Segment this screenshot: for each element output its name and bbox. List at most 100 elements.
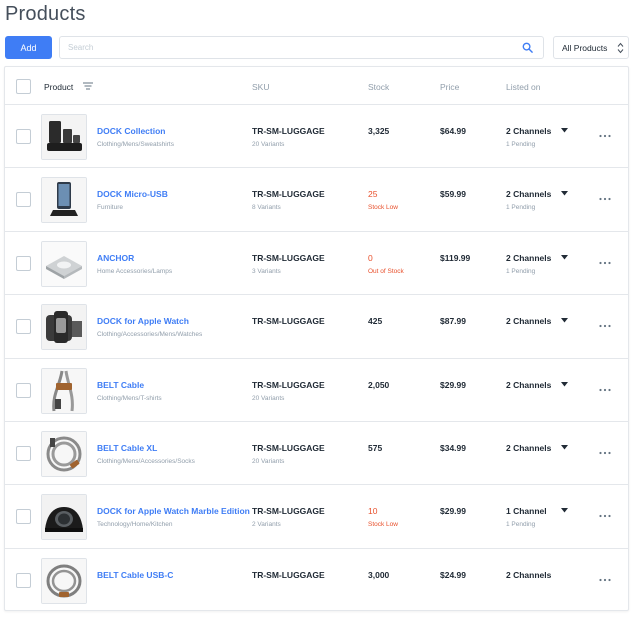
apple-watch-dock-image[interactable] [41, 304, 87, 351]
select-all-checkbox[interactable] [16, 79, 31, 94]
pending-count: 1 Pending [506, 204, 536, 212]
channels-dropdown-icon[interactable] [561, 445, 568, 450]
product-variants: 2 Variants [252, 521, 281, 529]
row-checkbox[interactable] [16, 446, 31, 461]
header-product[interactable]: Product [44, 82, 73, 92]
toolbar: Add All Products [5, 36, 629, 60]
product-variants: 20 Variants [252, 394, 285, 402]
product-price: $34.99 [440, 443, 466, 453]
table-row[interactable]: DOCK for Apple Watch Clothing/Accessories… [5, 295, 628, 359]
product-sku: TR-SM-LUGGAGE [252, 126, 325, 136]
product-variants: 8 Variants [252, 204, 281, 212]
product-name-link[interactable]: ANCHOR [97, 253, 134, 263]
sort-icon[interactable] [83, 82, 93, 90]
product-sku: TR-SM-LUGGAGE [252, 443, 325, 453]
product-stock: 25 [368, 189, 378, 200]
listed-channels[interactable]: 2 Channels [506, 380, 551, 390]
more-actions-icon[interactable] [599, 514, 611, 518]
product-name-link[interactable]: BELT Cable USB-C [97, 570, 173, 580]
page-title: Products [5, 3, 86, 25]
listed-channels[interactable]: 2 Channels [506, 443, 551, 453]
product-category: Clothing/Mens/Sweatshirts [97, 141, 174, 148]
product-name-link[interactable]: DOCK Micro-USB [97, 189, 168, 199]
more-actions-icon[interactable] [599, 324, 611, 328]
stock-status-badge: Stock Low [368, 521, 398, 529]
table-row[interactable]: BELT Cable XL Clothing/Mens/Accessories/S… [5, 422, 628, 486]
row-checkbox[interactable] [16, 129, 31, 144]
channels-dropdown-icon[interactable] [561, 128, 568, 133]
channels-dropdown-icon[interactable] [561, 381, 568, 387]
product-price: $24.99 [440, 569, 466, 580]
product-stock: 3,000 [368, 569, 390, 580]
more-actions-icon[interactable] [599, 451, 611, 455]
pending-count: 1 Pending [506, 141, 536, 148]
product-sku: TR-SM-LUGGAGE [252, 569, 325, 580]
add-button[interactable]: Add [5, 36, 52, 59]
row-checkbox[interactable] [16, 319, 31, 335]
more-actions-icon[interactable] [599, 197, 611, 201]
dock-collection-image[interactable] [41, 114, 87, 160]
product-stock: 575 [368, 443, 383, 453]
product-filter-select[interactable]: All Products [553, 36, 629, 59]
product-variants: 3 Variants [252, 267, 281, 275]
product-name-link[interactable]: DOCK for Apple Watch [97, 316, 189, 326]
table-row[interactable]: DOCK for Apple Watch Marble Edition Techn… [5, 485, 628, 549]
belt-cable-usbc-image[interactable] [41, 557, 87, 604]
product-category: Technology/Home/Kitchen [97, 521, 173, 529]
product-name-link[interactable]: DOCK Collection [97, 126, 165, 136]
belt-cable-xl-image[interactable] [41, 431, 87, 477]
row-checkbox[interactable] [16, 192, 31, 208]
product-stock: 2,050 [368, 379, 390, 390]
product-category: Furniture [97, 204, 124, 212]
header-price: Price [440, 82, 460, 92]
product-variants: 20 Variants [252, 141, 285, 148]
product-name-link[interactable]: BELT Cable XL [97, 443, 157, 453]
row-checkbox[interactable] [16, 382, 31, 398]
row-checkbox[interactable] [16, 255, 31, 271]
pending-count: 1 Pending [506, 521, 536, 529]
product-price: $119.99 [440, 252, 471, 263]
more-actions-icon[interactable] [599, 388, 611, 392]
belt-cable-image[interactable] [41, 367, 87, 414]
row-checkbox[interactable] [16, 572, 31, 588]
more-actions-icon[interactable] [599, 261, 611, 265]
listed-channels[interactable]: 2 Channels [506, 253, 551, 263]
product-category: Home Accessories/Lamps [97, 267, 173, 275]
channels-dropdown-icon[interactable] [561, 318, 568, 323]
table-row[interactable]: DOCK Micro-USB Furniture TR-SM-LUGGAGE 8 Va… [5, 168, 628, 232]
listed-channels[interactable]: 2 Channels [506, 189, 551, 199]
product-category: Clothing/Mens/T-shirts [97, 394, 162, 402]
product-name-link[interactable]: BELT Cable [97, 380, 144, 390]
listed-channels[interactable]: 2 Channels [506, 126, 551, 136]
product-name-link[interactable]: DOCK for Apple Watch Marble Edition [97, 506, 250, 516]
anchor-image[interactable] [41, 240, 87, 287]
product-filter-value: All Products [562, 42, 608, 53]
listed-channels[interactable]: 2 Channels [506, 316, 551, 326]
table-row[interactable]: ANCHOR Home Accessories/Lamps TR-SM-LUGGAG… [5, 232, 628, 296]
channels-dropdown-icon[interactable] [561, 191, 568, 196]
search-icon[interactable] [522, 42, 533, 53]
table-row[interactable]: BELT Cable USB-C TR-SM-LUGGAGE 3,000 $24.99… [5, 549, 628, 612]
product-stock: 10 [368, 506, 378, 517]
channels-dropdown-icon[interactable] [561, 254, 568, 260]
listed-channels: 2 Channels [506, 569, 552, 580]
dock-micro-usb-image[interactable] [41, 177, 87, 224]
row-checkbox[interactable] [16, 509, 31, 525]
marble-dock-image[interactable] [41, 494, 87, 541]
table-row[interactable]: BELT Cable Clothing/Mens/T-shirts TR-SM-LU… [5, 359, 628, 422]
more-actions-icon[interactable] [599, 578, 611, 582]
header-sku: SKU [252, 82, 270, 92]
listed-channels[interactable]: 1 Channel [506, 506, 547, 516]
product-price: $59.99 [440, 189, 466, 200]
select-arrows-icon [617, 42, 624, 54]
channels-dropdown-icon[interactable] [561, 508, 568, 513]
product-sku: TR-SM-LUGGAGE [252, 506, 325, 517]
product-sku: TR-SM-LUGGAGE [252, 252, 325, 263]
table-row[interactable]: DOCK Collection Clothing/Mens/Sweatshirts… [5, 105, 628, 169]
search-box[interactable] [59, 36, 544, 59]
product-price: $87.99 [440, 316, 466, 327]
products-table: Product SKU Stock Price Listed on DOCK C… [4, 66, 629, 611]
product-sku: TR-SM-LUGGAGE [252, 379, 325, 390]
more-actions-icon[interactable] [599, 134, 611, 138]
search-input[interactable] [60, 37, 500, 58]
